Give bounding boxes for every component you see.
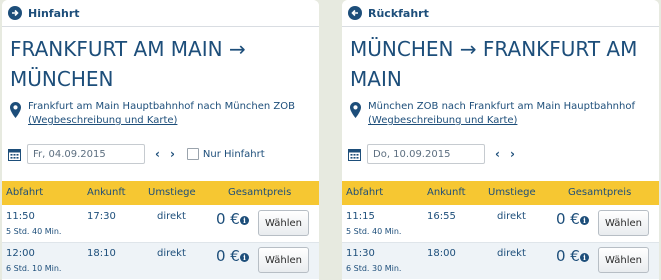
col-header-departure: Abfahrt — [6, 187, 44, 198]
select-trip-button[interactable]: Wählen — [598, 210, 649, 236]
info-icon[interactable]: i — [580, 216, 589, 225]
table-row: 11:50 5 Std. 40 Min. 17:30 direkt 0 € i … — [2, 206, 319, 242]
price-value: 0 € — [216, 247, 240, 265]
location-pin-icon — [350, 102, 361, 118]
trip-duration: 5 Std. 40 Min. — [346, 227, 402, 236]
outbound-header-title: Hinfahrt — [28, 6, 80, 20]
return-table-header: Abfahrt Ankunft Umstiege Gesamtpreis — [342, 181, 659, 205]
return-date-row: ‹ › — [348, 143, 515, 165]
trip-duration: 6 Std. 10 Min. — [6, 264, 62, 273]
departure-time: 11:30 — [346, 248, 375, 259]
col-header-changes: Umstiege — [148, 187, 196, 198]
departure-time: 11:15 — [346, 211, 375, 222]
col-header-departure: Abfahrt — [346, 187, 384, 198]
price-value: 0 € — [556, 247, 580, 265]
one-way-checkbox-label[interactable]: Nur Hinfahrt — [203, 149, 265, 160]
arrow-right-circle-icon — [8, 6, 22, 20]
table-row: 12:00 6 Std. 10 Min. 18:10 direkt 0 € i … — [2, 243, 319, 279]
select-trip-button[interactable]: Wählen — [598, 247, 649, 273]
info-icon[interactable]: i — [240, 216, 249, 225]
trip-duration: 5 Std. 40 Min. — [6, 227, 62, 236]
outbound-station-text: Frankfurt am Main Hauptbahnhof nach Münc… — [28, 101, 295, 112]
outbound-next-date-icon[interactable]: › — [170, 147, 175, 161]
price-value: 0 € — [556, 210, 580, 228]
outbound-directions-link[interactable]: (Wegbeschreibung und Karte) — [28, 115, 177, 126]
col-header-price: Gesamtpreis — [228, 187, 292, 198]
info-icon[interactable]: i — [240, 253, 249, 262]
table-row: 11:15 5 Std. 40 Min. 16:55 direkt 0 € i … — [342, 206, 659, 242]
calendar-icon[interactable] — [348, 148, 361, 161]
arrival-time: 18:00 — [427, 248, 456, 259]
return-panel: Rückfahrt MÜNCHEN → FRANKFURT AM MAIN Mü… — [342, 0, 659, 280]
select-trip-button[interactable]: Wählen — [258, 247, 309, 273]
calendar-icon[interactable] — [8, 148, 21, 161]
col-header-price: Gesamtpreis — [568, 187, 632, 198]
departure-time: 12:00 — [6, 248, 35, 259]
arrow-left-circle-icon — [348, 6, 362, 20]
price-value: 0 € — [216, 210, 240, 228]
outbound-header: Hinfahrt — [2, 0, 319, 27]
info-icon[interactable]: i — [580, 253, 589, 262]
changes-value: direkt — [497, 248, 526, 259]
arrival-time: 17:30 — [87, 211, 116, 222]
changes-value: direkt — [497, 211, 526, 222]
outbound-station-info: Frankfurt am Main Hauptbahnhof nach Münc… — [10, 100, 315, 128]
location-pin-icon — [10, 102, 21, 118]
departure-time: 11:50 — [6, 211, 35, 222]
outbound-route-title: FRANKFURT AM MAIN → MÜNCHEN — [10, 37, 246, 91]
return-header-title: Rückfahrt — [368, 6, 429, 20]
outbound-date-input[interactable] — [27, 144, 145, 164]
trip-duration: 6 Std. 30 Min. — [346, 264, 402, 273]
table-row: 11:30 6 Std. 30 Min. 18:00 direkt 0 € i … — [342, 243, 659, 279]
outbound-panel: Hinfahrt FRANKFURT AM MAIN → MÜNCHEN Fra… — [2, 0, 319, 280]
col-header-arrival: Ankunft — [427, 187, 466, 198]
return-station-info: München ZOB nach Frankfurt am Main Haupt… — [350, 100, 655, 128]
return-date-input[interactable] — [367, 144, 485, 164]
col-header-changes: Umstiege — [488, 187, 536, 198]
arrival-time: 18:10 — [87, 248, 116, 259]
return-next-date-icon[interactable]: › — [510, 147, 515, 161]
col-header-arrival: Ankunft — [87, 187, 126, 198]
outbound-prev-date-icon[interactable]: ‹ — [155, 147, 160, 161]
changes-value: direkt — [157, 211, 186, 222]
outbound-table-header: Abfahrt Ankunft Umstiege Gesamtpreis — [2, 181, 319, 205]
one-way-checkbox-wrap[interactable]: Nur Hinfahrt — [186, 148, 265, 160]
return-prev-date-icon[interactable]: ‹ — [495, 147, 500, 161]
select-trip-button[interactable]: Wählen — [258, 210, 309, 236]
outbound-date-row: ‹ › Nur Hinfahrt — [8, 143, 265, 165]
return-station-text: München ZOB nach Frankfurt am Main Haupt… — [368, 101, 635, 112]
arrival-time: 16:55 — [427, 211, 456, 222]
changes-value: direkt — [157, 248, 186, 259]
return-directions-link[interactable]: (Wegbeschreibung und Karte) — [368, 115, 517, 126]
return-route-title: MÜNCHEN → FRANKFURT AM MAIN — [350, 37, 638, 91]
return-header: Rückfahrt — [342, 0, 659, 27]
one-way-checkbox[interactable] — [186, 148, 199, 160]
